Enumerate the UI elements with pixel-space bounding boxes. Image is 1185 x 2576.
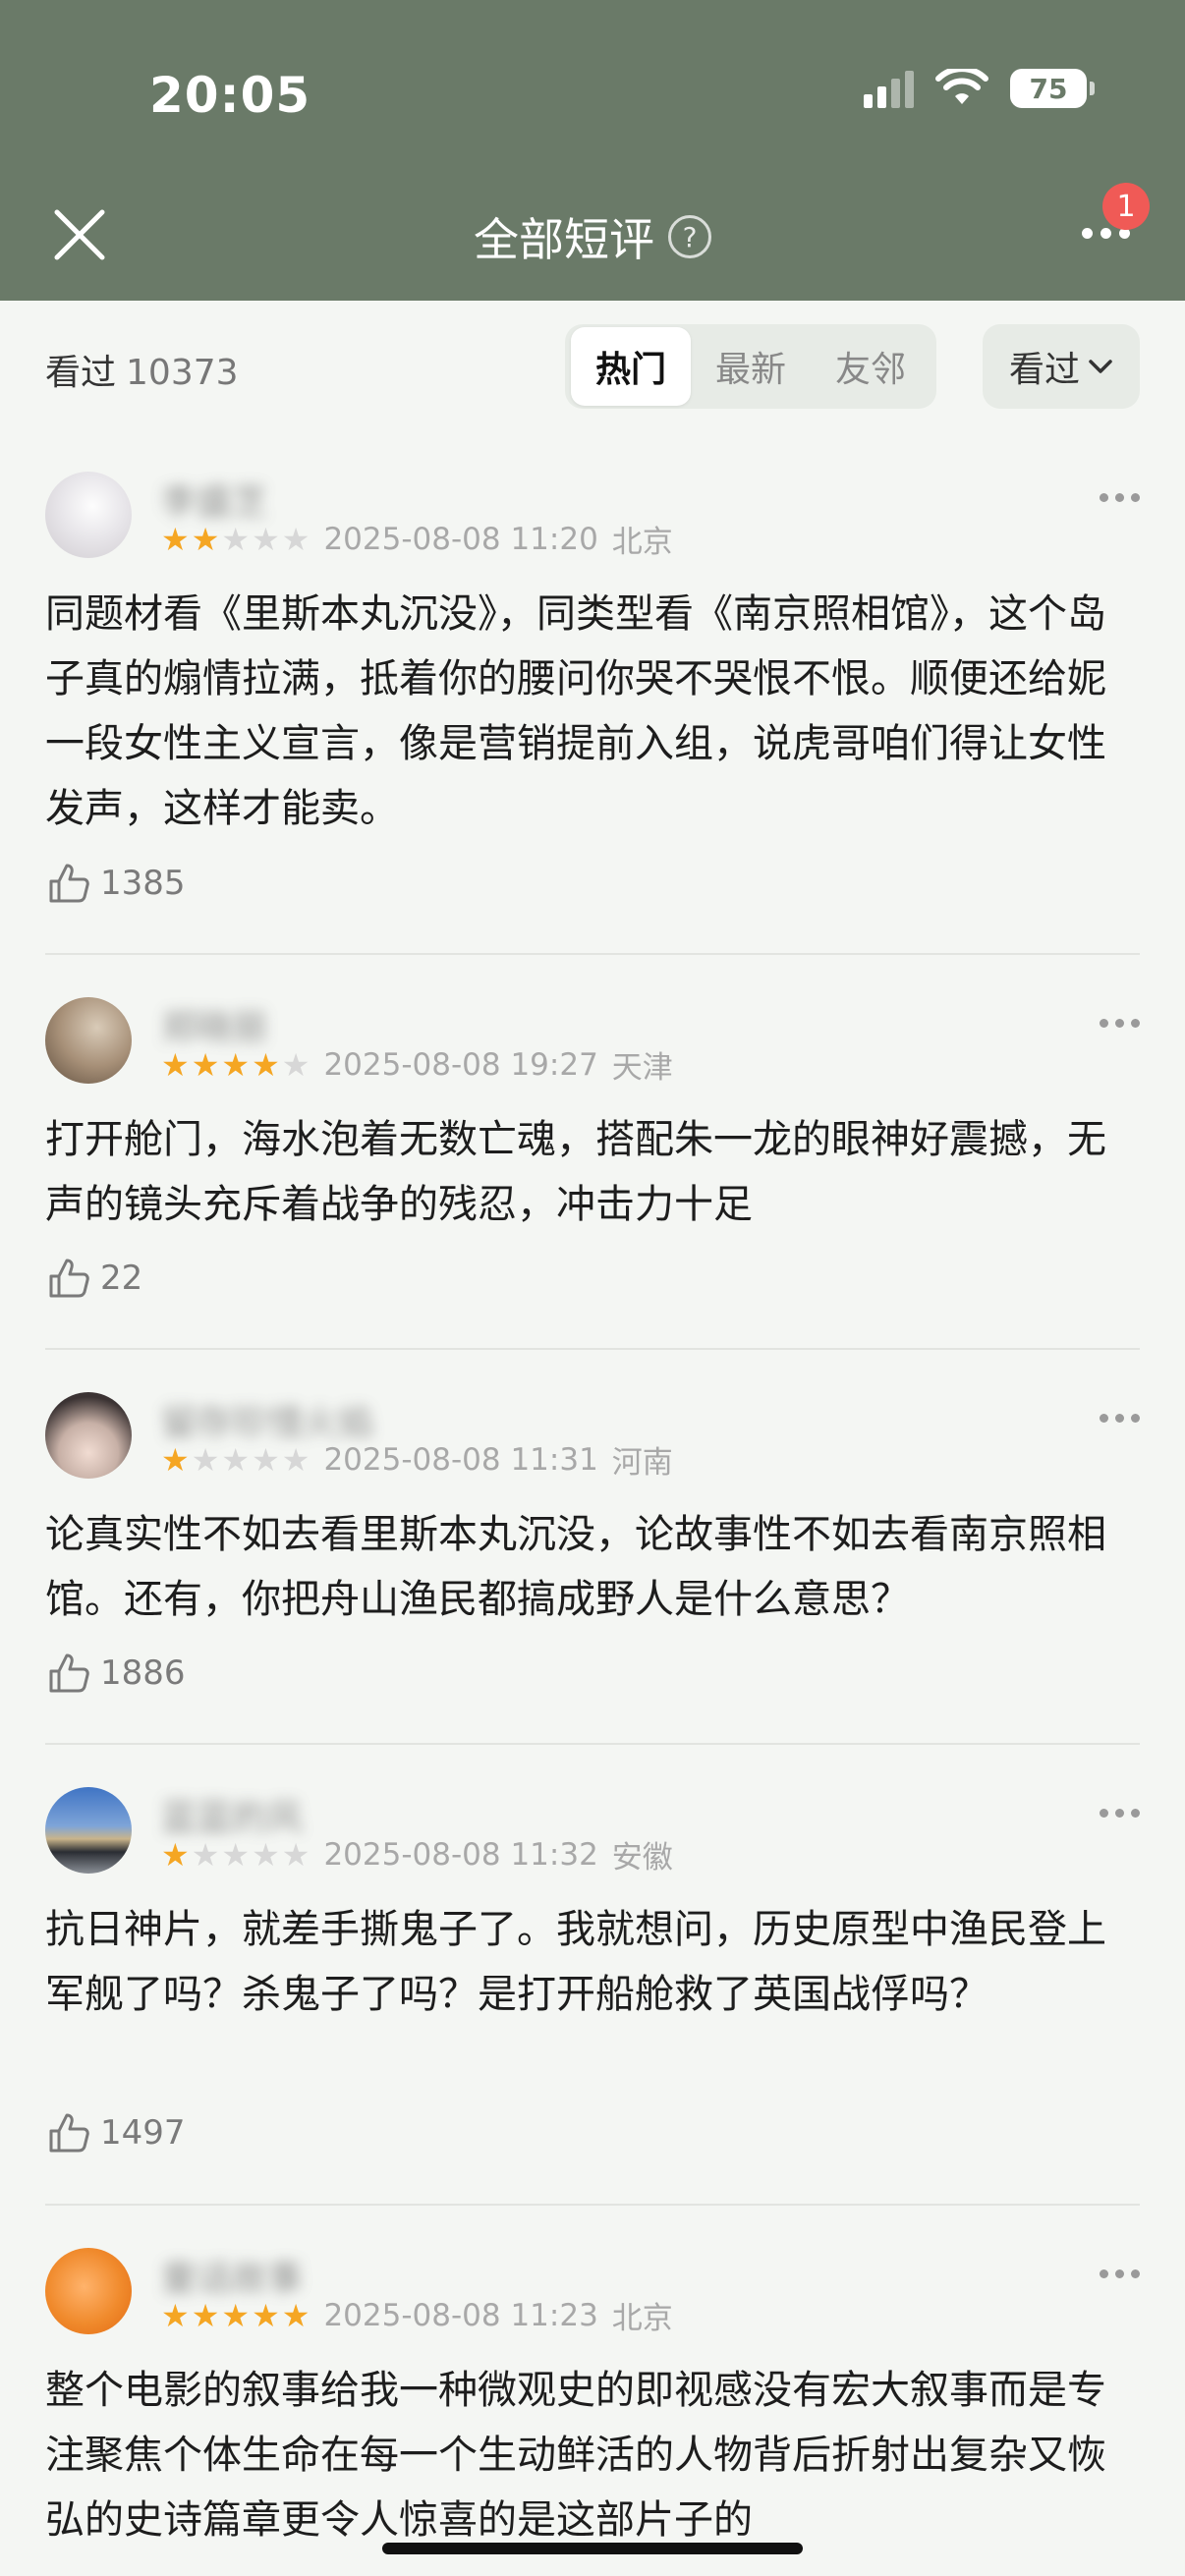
rating-stars: ★ ★ ★ ★ ★: [161, 520, 310, 558]
review-meta: ★ ★ ★ ★ ★ 2025-08-08 11:23 北京: [161, 2293, 673, 2337]
review-text: 打开舱门，海水泡着无数亡魂，搭配朱一龙的眼神好震撼，无声的镜头充斥着战争的残忍，…: [45, 1117, 1106, 1227]
review-item: 蓝蓝的风 ★ ★ ★ ★ ★ 2025-08-08 11:32 安徽 抗日神片，就差手撕…: [45, 1787, 1140, 2180]
review-item: 留存珍惜火焰 ★ ★ ★ ★ ★ 2025-08-08 11:31 河南 论真实性不如去…: [45, 1392, 1140, 1707]
review-text: 论真实性不如去看里斯本丸沉没，论故事性不如去看南京照相馆。还有，你把舟山渔民都搞…: [45, 1512, 1106, 1622]
avatar[interactable]: [45, 472, 132, 558]
review-location: 河南: [611, 1445, 673, 1481]
divider: [45, 1743, 1140, 1745]
top-bar: 20:05 75 全部短评 ? 1: [0, 0, 1185, 301]
review-item: 郑晓丽 ★ ★ ★ ★ ★ 2025-08-08 19:27 天津 打开舱门，海水泡着无…: [45, 997, 1140, 1312]
review-meta: ★ ★ ★ ★ ★ 2025-08-08 11:31 河南: [161, 1437, 673, 1482]
chevron-down-icon: [1089, 360, 1112, 373]
avatar[interactable]: [45, 2248, 132, 2334]
tab-latest[interactable]: 最新: [691, 327, 811, 406]
divider: [45, 2204, 1140, 2206]
thumbs-up-icon: [49, 1653, 89, 1693]
review-meta: ★ ★ ★ ★ ★ 2025-08-08 19:27 天津: [161, 1042, 673, 1087]
rating-stars: ★ ★ ★ ★ ★: [161, 1835, 310, 1874]
review-date: 2025-08-08 19:27: [323, 1046, 598, 1083]
like-button[interactable]: 1385: [45, 860, 186, 907]
seen-filter-dropdown[interactable]: 看过: [983, 324, 1140, 409]
seen-count-label: 看过 10373: [45, 344, 239, 395]
page-title: 全部短评 ?: [0, 204, 1185, 269]
seen-label-text: 看过: [45, 353, 117, 393]
like-count: 1886: [100, 1653, 186, 1693]
review-location: 北京: [611, 525, 673, 560]
review-date: 2025-08-08 11:23: [323, 2297, 598, 2333]
avatar[interactable]: [45, 997, 132, 1084]
like-count: 1497: [100, 2113, 186, 2153]
review-location: 安徽: [611, 1840, 673, 1876]
thumbs-up-icon: [49, 864, 89, 903]
notification-badge: 1: [1102, 183, 1150, 230]
review-meta: ★ ★ ★ ★ ★ 2025-08-08 11:32 安徽: [161, 1832, 673, 1876]
avatar[interactable]: [45, 1787, 132, 1874]
like-button[interactable]: 1497: [45, 2109, 186, 2156]
review-text: 整个电影的叙事给我一种微观史的即视感没有宏大叙事而是专注聚焦个体生命在每一个生动…: [45, 2368, 1106, 2543]
username[interactable]: 蓝蓝的风: [161, 1789, 303, 1838]
rating-stars: ★ ★ ★ ★ ★: [161, 2296, 310, 2334]
review-date: 2025-08-08 11:32: [323, 1836, 598, 1873]
avatar[interactable]: [45, 1392, 132, 1479]
review-text: 抗日神片，就差手撕鬼子了。我就想问，历史原型中渔民登上军舰了吗？杀鬼子了吗？是打…: [45, 1907, 1106, 2017]
like-button[interactable]: 1886: [45, 1650, 186, 1697]
filter-bar: 看过 10373 热门 最新 友邻 看过: [0, 301, 1185, 428]
tab-hot[interactable]: 热门: [571, 327, 691, 406]
tab-friends[interactable]: 友邻: [811, 327, 931, 406]
page-title-text: 全部短评: [474, 213, 654, 266]
status-icons: 75: [864, 69, 1095, 108]
username[interactable]: 郑晓丽: [161, 999, 267, 1048]
seen-dropdown-label: 看过: [1008, 350, 1080, 390]
username[interactable]: 童话故事: [161, 2250, 303, 2299]
thumbs-up-icon: [49, 1259, 89, 1298]
rating-stars: ★ ★ ★ ★ ★: [161, 1440, 310, 1479]
divider: [45, 1348, 1140, 1350]
home-indicator[interactable]: [382, 2543, 803, 2554]
cellular-signal-icon: [864, 69, 914, 108]
username[interactable]: 李盛芝: [161, 474, 267, 523]
help-icon[interactable]: ?: [668, 215, 711, 258]
review-location: 天津: [611, 1050, 673, 1086]
review-more-icon[interactable]: [1100, 1809, 1140, 1818]
review-meta: ★ ★ ★ ★ ★ 2025-08-08 11:20 北京: [161, 517, 673, 561]
review-more-icon[interactable]: [1100, 2269, 1140, 2278]
username[interactable]: 留存珍惜火焰: [161, 1394, 373, 1443]
seen-count: 10373: [126, 353, 239, 393]
review-location: 北京: [611, 2301, 673, 2336]
status-time: 20:05: [149, 67, 311, 124]
rating-stars: ★ ★ ★ ★ ★: [161, 1045, 310, 1084]
wifi-icon: [935, 69, 988, 104]
like-count: 22: [100, 1259, 143, 1298]
review-item: 童话故事 ★ ★ ★ ★ ★ 2025-08-08 11:23 北京 整个电影的叙事给我…: [45, 2248, 1140, 2576]
review-item: 李盛芝 ★ ★ ★ ★ ★ 2025-08-08 11:20 北京 同题材看《里斯本丸沉…: [45, 472, 1140, 924]
review-more-icon[interactable]: [1100, 1414, 1140, 1423]
thumbs-up-icon: [49, 2113, 89, 2153]
battery-icon: 75: [1010, 69, 1095, 108]
sort-tabs: 热门 最新 友邻: [565, 324, 936, 409]
review-date: 2025-08-08 11:20: [323, 521, 598, 557]
review-more-icon[interactable]: [1100, 1019, 1140, 1028]
review-text: 同题材看《里斯本丸沉没》，同类型看《南京照相馆》，这个岛子真的煽情拉满，抵着你的…: [45, 591, 1106, 831]
review-more-icon[interactable]: [1100, 493, 1140, 502]
divider: [45, 953, 1140, 955]
like-button[interactable]: 22: [45, 1255, 142, 1302]
review-date: 2025-08-08 11:31: [323, 1441, 598, 1478]
like-count: 1385: [100, 864, 186, 903]
